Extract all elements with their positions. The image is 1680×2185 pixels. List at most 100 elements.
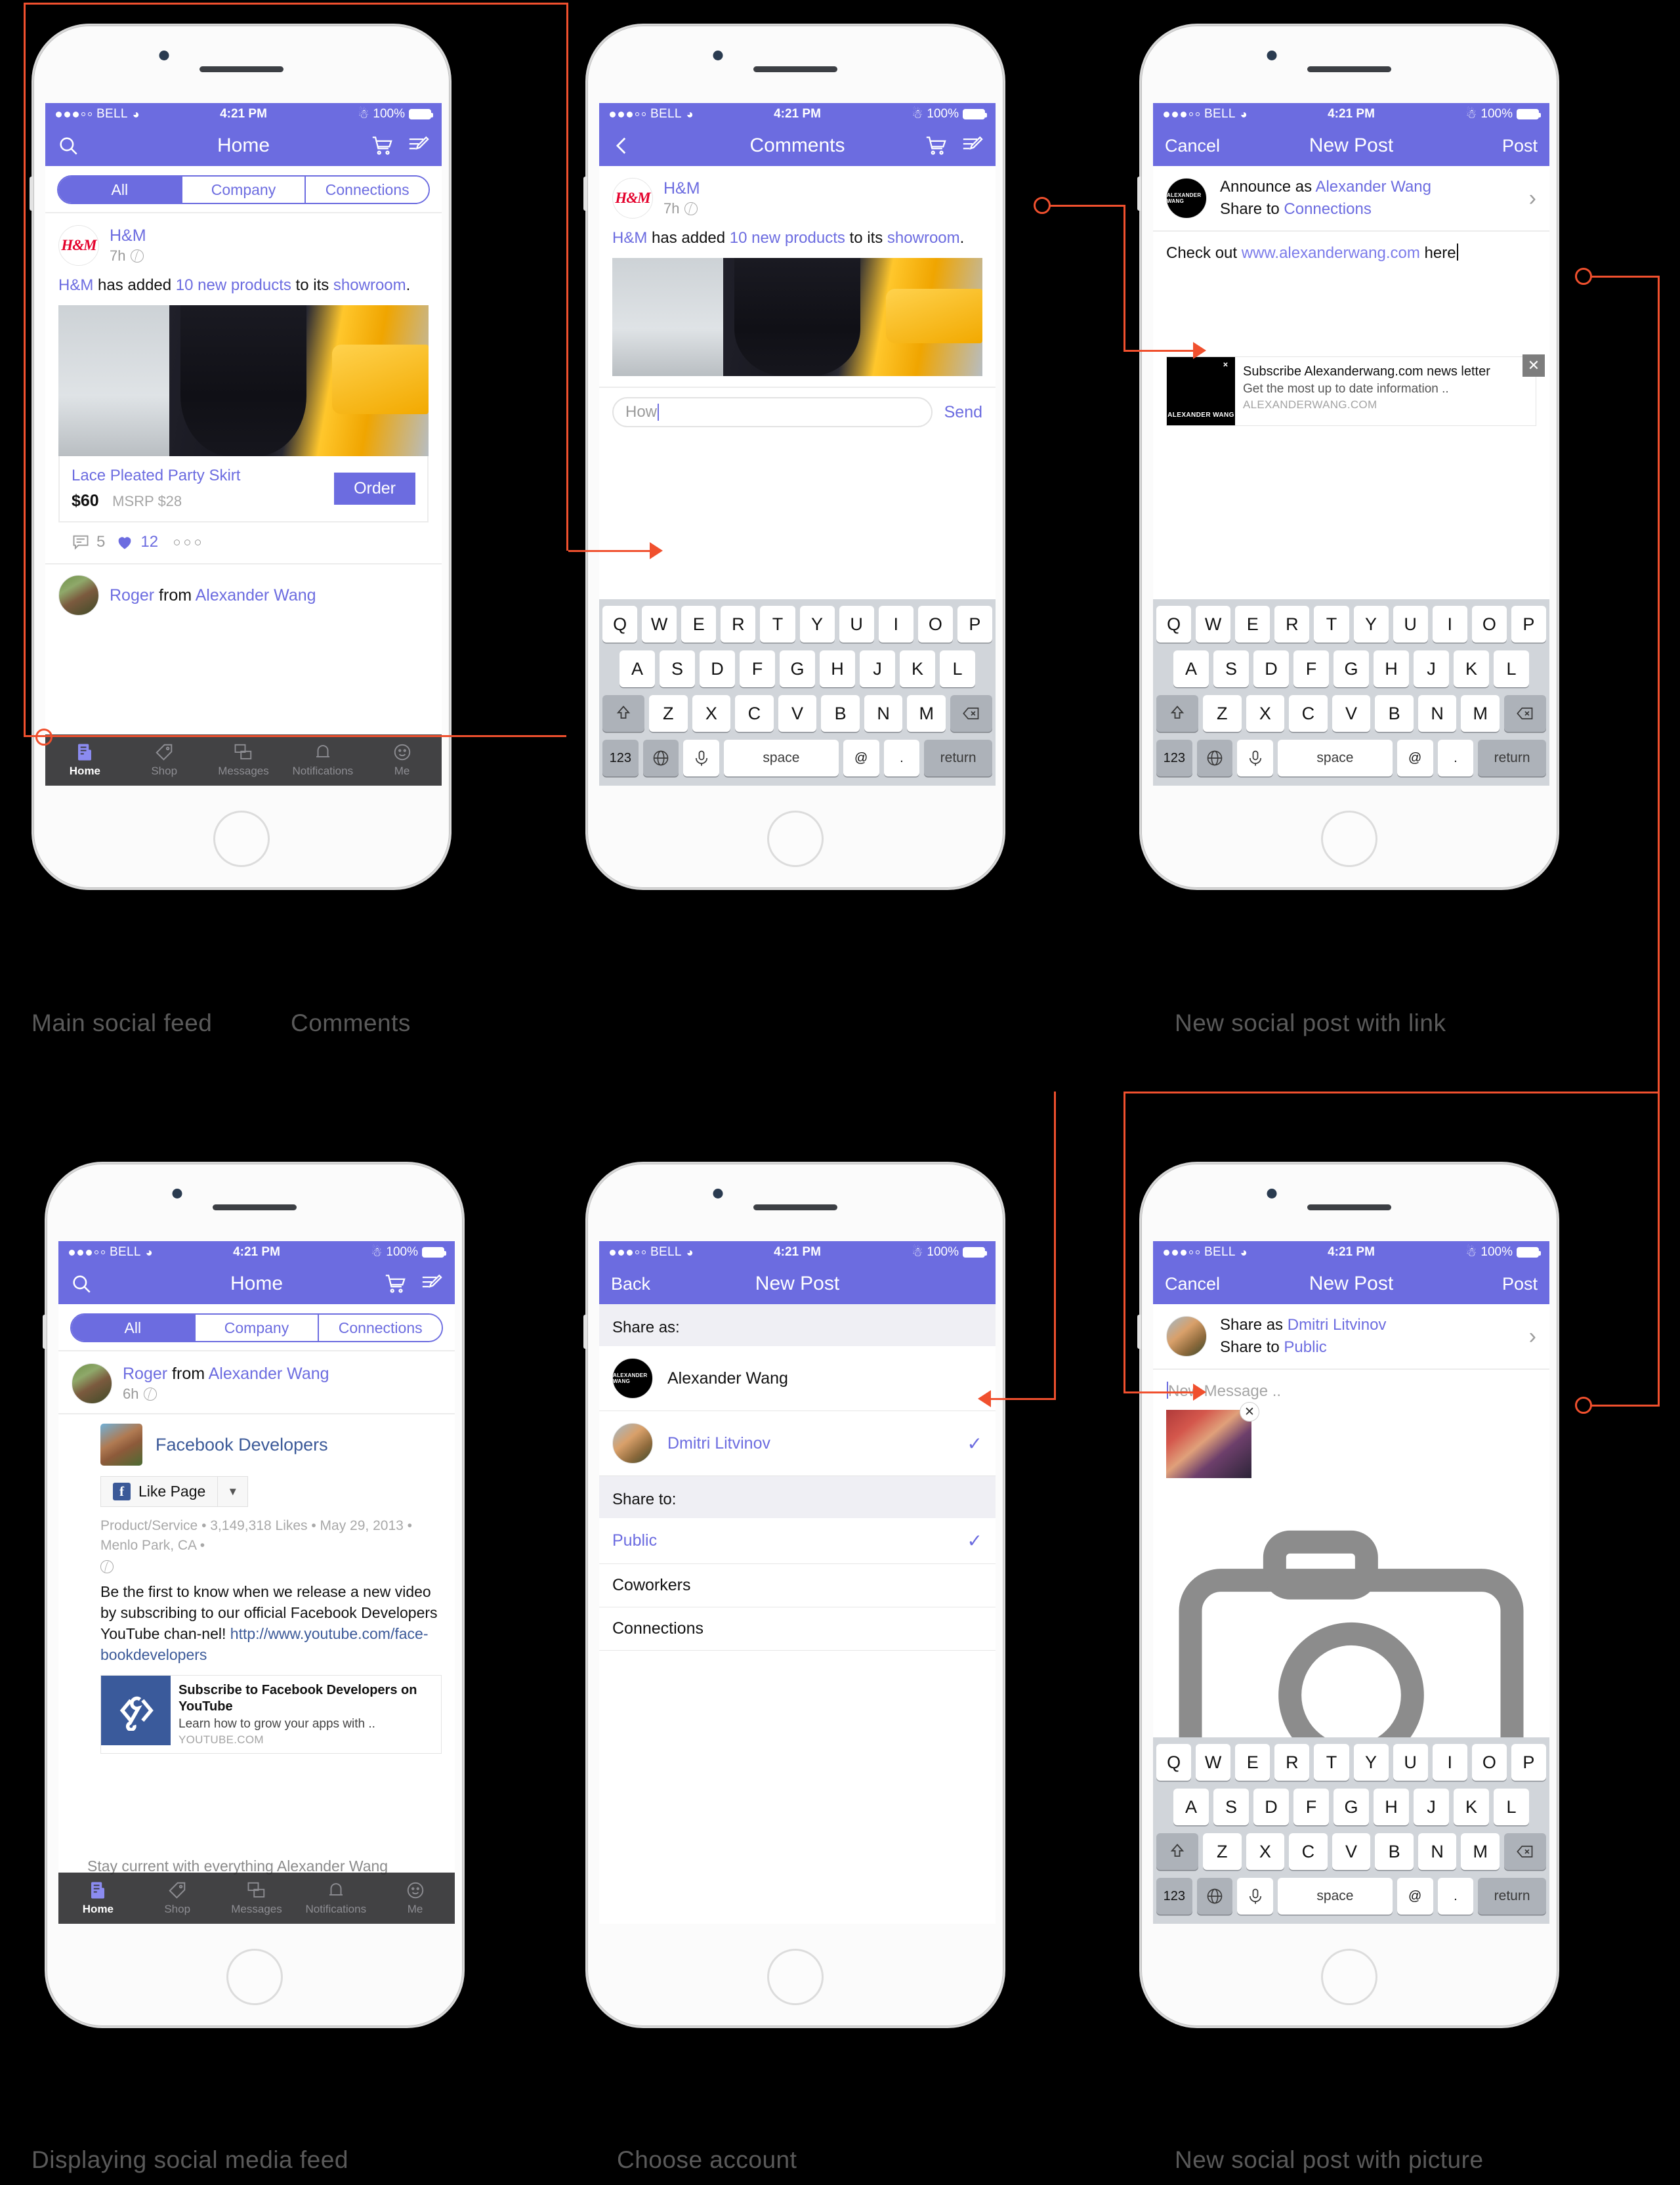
share-as-name[interactable]: Dmitri Litvinov: [1288, 1316, 1387, 1334]
share-to-target[interactable]: Public: [1284, 1338, 1326, 1356]
key-j[interactable]: J: [1414, 650, 1449, 687]
post-author[interactable]: H&M: [663, 179, 700, 198]
key-v[interactable]: V: [1332, 1833, 1371, 1870]
home-button[interactable]: [767, 811, 824, 867]
key-d[interactable]: D: [1253, 650, 1289, 687]
segment-connections[interactable]: Connections: [306, 177, 429, 203]
chevron-right-icon[interactable]: ›: [1529, 186, 1536, 211]
key-g[interactable]: G: [1334, 650, 1369, 687]
image-attachment[interactable]: ✕: [1166, 1402, 1259, 1478]
post-showroom-link[interactable]: showroom: [887, 229, 960, 247]
remove-link-preview-button[interactable]: ✕: [1522, 354, 1545, 377]
page-name[interactable]: Facebook Developers: [156, 1435, 328, 1455]
key-w[interactable]: W: [1196, 1744, 1231, 1781]
key-d[interactable]: D: [1253, 1789, 1289, 1825]
audience-row-public[interactable]: Public ✓: [599, 1518, 996, 1564]
key-w[interactable]: W: [642, 606, 677, 643]
share-settings-row[interactable]: Share as Dmitri Litvinov Share to Public…: [1153, 1304, 1549, 1370]
segment-company[interactable]: Company: [195, 1315, 320, 1341]
key-space[interactable]: space: [1277, 1878, 1393, 1915]
key-y[interactable]: Y: [1353, 1744, 1389, 1781]
key-b[interactable]: B: [1375, 695, 1414, 732]
avatar[interactable]: [72, 1363, 112, 1404]
post-author[interactable]: Roger from Alexander Wang: [123, 1365, 329, 1384]
key-u[interactable]: U: [839, 606, 874, 643]
segment-company[interactable]: Company: [182, 177, 306, 203]
key-u[interactable]: U: [1393, 606, 1428, 643]
tab-messages[interactable]: Messages: [204, 742, 284, 778]
post-author-company[interactable]: Alexander Wang: [209, 1365, 329, 1383]
key-m[interactable]: M: [1461, 1833, 1500, 1870]
key-period[interactable]: .: [1437, 1878, 1474, 1915]
key-s[interactable]: S: [660, 650, 695, 687]
key-numeric[interactable]: 123: [602, 740, 639, 776]
search-icon[interactable]: [70, 1273, 93, 1295]
key-period[interactable]: .: [883, 740, 920, 776]
share-settings-row[interactable]: ALEXANDER WANG Announce as Alexander Wan…: [1153, 166, 1549, 232]
cart-icon[interactable]: [384, 1273, 406, 1295]
avatar[interactable]: [58, 575, 99, 616]
mic-icon[interactable]: [1237, 740, 1273, 776]
segment-all[interactable]: All: [58, 177, 182, 203]
key-numeric[interactable]: 123: [1156, 740, 1192, 776]
key-o[interactable]: O: [917, 606, 953, 643]
send-button[interactable]: Send: [944, 403, 982, 422]
key-o[interactable]: O: [1471, 1744, 1507, 1781]
home-button[interactable]: [213, 811, 270, 867]
post-author-company[interactable]: Alexander Wang: [196, 586, 316, 605]
compose-icon[interactable]: [961, 135, 984, 157]
key-g[interactable]: G: [780, 650, 815, 687]
announce-as-name[interactable]: Alexander Wang: [1315, 178, 1431, 196]
key-f[interactable]: F: [1293, 650, 1329, 687]
key-f[interactable]: F: [740, 650, 775, 687]
tab-notifications[interactable]: Notifications: [296, 1880, 375, 1916]
cancel-button[interactable]: Cancel: [1165, 1274, 1220, 1294]
key-z[interactable]: Z: [1202, 1833, 1242, 1870]
key-h[interactable]: H: [820, 650, 855, 687]
key-i[interactable]: I: [878, 606, 914, 643]
tab-shop[interactable]: Shop: [125, 742, 204, 778]
key-i[interactable]: I: [1432, 1744, 1467, 1781]
post-button[interactable]: Post: [1502, 1274, 1538, 1294]
key-q[interactable]: Q: [1156, 606, 1192, 643]
compose-icon[interactable]: [421, 1273, 443, 1295]
comment-action[interactable]: 5: [72, 533, 105, 551]
key-i[interactable]: I: [1432, 606, 1467, 643]
key-x[interactable]: X: [1246, 695, 1285, 732]
mic-icon[interactable]: [683, 740, 719, 776]
key-o[interactable]: O: [1471, 606, 1507, 643]
key-period[interactable]: .: [1437, 740, 1474, 776]
mic-icon[interactable]: [1237, 1878, 1273, 1915]
key-n[interactable]: N: [1418, 695, 1457, 732]
post-author-name[interactable]: Roger: [123, 1365, 167, 1383]
backspace-icon[interactable]: [1504, 1833, 1547, 1870]
compose-icon[interactable]: [408, 135, 430, 157]
key-h[interactable]: H: [1374, 650, 1409, 687]
link-preview-card[interactable]: Subscribe to Facebook Developers on YouT…: [100, 1674, 442, 1754]
comment-input[interactable]: How: [612, 397, 933, 428]
post-image[interactable]: [58, 305, 429, 457]
more-options-icon[interactable]: [174, 539, 201, 545]
key-c[interactable]: C: [735, 695, 774, 732]
like-page-control[interactable]: f Like Page ▼: [100, 1476, 249, 1507]
key-q[interactable]: Q: [602, 606, 638, 643]
key-v[interactable]: V: [778, 695, 817, 732]
post-products-link[interactable]: 10 new products: [176, 276, 291, 294]
key-v[interactable]: V: [1332, 695, 1371, 732]
key-u[interactable]: U: [1393, 1744, 1428, 1781]
key-j[interactable]: J: [860, 650, 895, 687]
globe-icon[interactable]: [1196, 740, 1233, 776]
shift-icon[interactable]: [602, 695, 644, 732]
key-w[interactable]: W: [1196, 606, 1231, 643]
key-t[interactable]: T: [760, 606, 795, 643]
order-button[interactable]: Order: [334, 473, 415, 505]
cart-icon[interactable]: [925, 135, 947, 157]
globe-icon[interactable]: [642, 740, 679, 776]
key-m[interactable]: M: [1461, 695, 1500, 732]
key-y[interactable]: Y: [799, 606, 835, 643]
tab-me[interactable]: Me: [362, 742, 442, 778]
post-products-link[interactable]: 10 new products: [730, 229, 845, 247]
key-q[interactable]: Q: [1156, 1744, 1192, 1781]
post-url-link[interactable]: www.alexanderwang.com: [1242, 244, 1420, 262]
share-to-target[interactable]: Connections: [1284, 200, 1371, 218]
